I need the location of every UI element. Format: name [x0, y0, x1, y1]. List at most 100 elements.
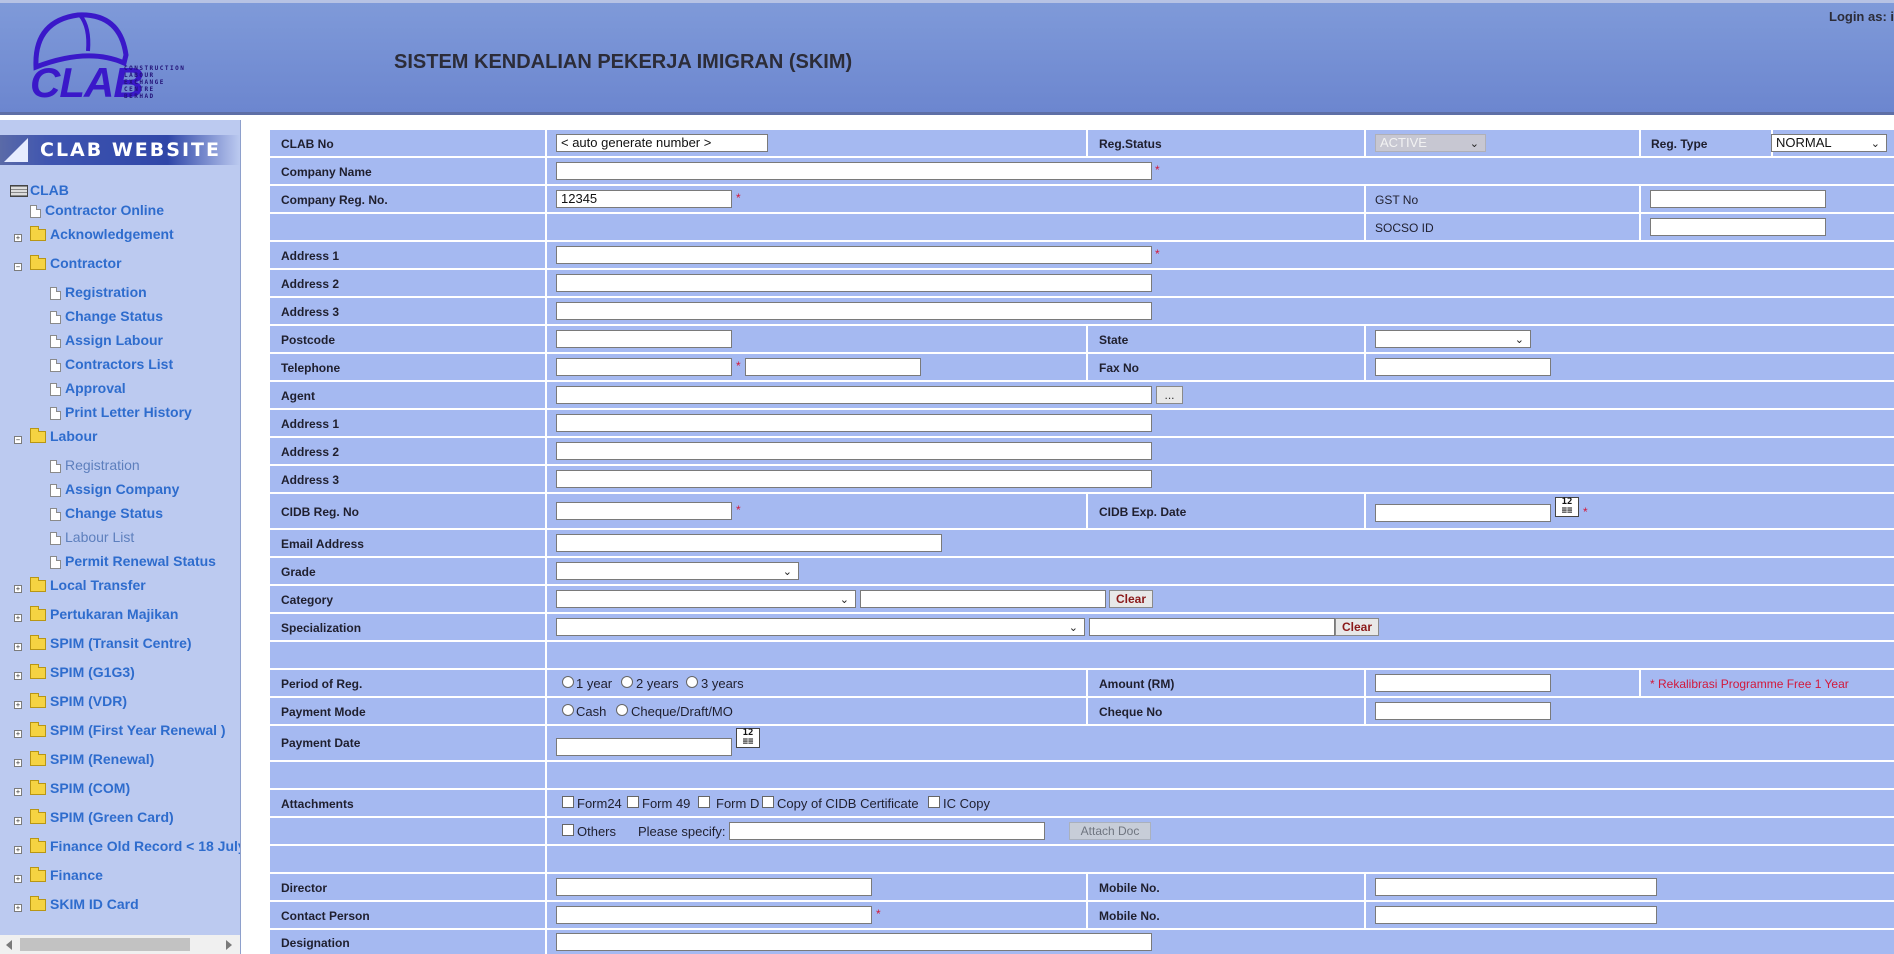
expand-icon[interactable]: +	[14, 904, 22, 912]
socso-id-input[interactable]	[1650, 218, 1826, 236]
expand-icon[interactable]: +	[14, 614, 22, 622]
fax-no-input[interactable]	[1375, 358, 1551, 376]
horizontal-scroll-thumb[interactable]	[20, 938, 190, 951]
scroll-right-icon[interactable]	[226, 940, 232, 950]
specialization-text-input[interactable]	[1089, 618, 1335, 636]
clab-no-field[interactable]: < auto generate number >	[556, 134, 768, 152]
state-select[interactable]: ⌄	[1375, 330, 1531, 348]
telephone-2-input[interactable]	[745, 358, 921, 376]
cheque-no-input[interactable]	[1375, 702, 1551, 720]
sidebar-item-finance-old-record-18-july[interactable]: Finance Old Record < 18 July	[30, 838, 240, 854]
attach-doc-button[interactable]: Attach Doc	[1069, 822, 1151, 840]
period-2-years-radio[interactable]	[621, 676, 633, 688]
clab-logo[interactable]: CLAB CONSTRUCTION LABOUR EXCHANGE CENTRE BER…	[28, 7, 208, 106]
category-clear-button[interactable]: Clear	[1109, 590, 1153, 608]
payment-cheque-radio[interactable]	[616, 704, 628, 716]
please-specify-input[interactable]	[729, 822, 1045, 840]
payment-cash-radio[interactable]	[562, 704, 574, 716]
sidebar-item-assign-company[interactable]: Assign Company	[50, 481, 179, 497]
sidebar-item-registration[interactable]: Registration	[50, 457, 140, 473]
amount-input[interactable]	[1375, 674, 1551, 692]
sidebar-item-local-transfer[interactable]: Local Transfer	[30, 577, 146, 593]
sidebar-item-acknowledgement[interactable]: Acknowledgement	[30, 226, 174, 242]
sidebar-item-spim-com[interactable]: SPIM (COM)	[30, 780, 130, 796]
specialization-select[interactable]: ⌄	[556, 618, 1085, 636]
sidebar-item-permit-renewal-status[interactable]: Permit Renewal Status	[50, 553, 216, 569]
postcode-input[interactable]	[556, 330, 732, 348]
ic-copy-checkbox[interactable]	[928, 796, 940, 808]
expand-icon[interactable]: +	[14, 730, 22, 738]
cidb-reg-no-input[interactable]	[556, 502, 732, 520]
sidebar-item-spim-renewal[interactable]: SPIM (Renewal)	[30, 751, 154, 767]
sidebar-item-spim-g1g3[interactable]: SPIM (G1G3)	[30, 664, 135, 680]
grade-select[interactable]: ⌄	[556, 562, 799, 580]
sidebar-horizontal-scrollbar[interactable]	[0, 935, 240, 954]
expand-icon[interactable]: +	[14, 643, 22, 651]
agent-input[interactable]	[556, 386, 1152, 404]
sidebar-item-spim-transit-centre[interactable]: SPIM (Transit Centre)	[30, 635, 192, 651]
sidebar-item-skim-id-card[interactable]: SKIM ID Card	[30, 896, 139, 912]
company-reg-no-input[interactable]: 12345	[556, 190, 732, 208]
payment-date-input[interactable]	[556, 738, 732, 756]
sidebar-item-finance[interactable]: Finance	[30, 867, 103, 883]
expand-icon[interactable]: +	[14, 846, 22, 854]
sidebar-item-approval[interactable]: Approval	[50, 380, 126, 396]
form24-checkbox[interactable]	[562, 796, 574, 808]
director-input[interactable]	[556, 878, 872, 896]
telephone-input[interactable]	[556, 358, 732, 376]
expand-icon[interactable]: +	[14, 585, 22, 593]
period-3-years-radio[interactable]	[686, 676, 698, 688]
specialization-clear-button[interactable]: Clear	[1335, 618, 1379, 636]
calendar-icon[interactable]: 12 ≡≡	[736, 728, 760, 748]
designation-input[interactable]	[556, 933, 1152, 951]
expand-icon[interactable]: +	[14, 817, 22, 825]
category-text-input[interactable]	[860, 590, 1106, 608]
sidebar-item-registration[interactable]: Registration	[50, 284, 147, 300]
cidb-certificate-checkbox[interactable]	[762, 796, 774, 808]
expand-icon[interactable]: +	[14, 672, 22, 680]
collapse-icon[interactable]: −	[14, 263, 22, 271]
sidebar-item-labour[interactable]: Labour	[30, 428, 97, 444]
sidebar-item-contractors-list[interactable]: Contractors List	[50, 356, 173, 372]
sidebar-item-assign-labour[interactable]: Assign Labour	[50, 332, 163, 348]
calendar-icon[interactable]: 12 ≡≡	[1555, 497, 1579, 517]
expand-icon[interactable]: +	[14, 759, 22, 767]
expand-icon[interactable]: +	[14, 701, 22, 709]
form-d-checkbox[interactable]	[698, 796, 710, 808]
address-2-input[interactable]	[556, 274, 1152, 292]
scroll-left-icon[interactable]	[6, 940, 12, 950]
collapse-icon[interactable]: −	[14, 436, 22, 444]
gst-no-input[interactable]	[1650, 190, 1826, 208]
form49-checkbox[interactable]	[627, 796, 639, 808]
agent-lookup-button[interactable]: ...	[1156, 386, 1183, 404]
address-1-input[interactable]	[556, 246, 1152, 264]
contact-mobile-input[interactable]	[1375, 906, 1657, 924]
agent-address-3-input[interactable]	[556, 470, 1152, 488]
expand-icon[interactable]: +	[14, 875, 22, 883]
sidebar-item-spim-vdr[interactable]: SPIM (VDR)	[30, 693, 127, 709]
sidebar-item-change-status[interactable]: Change Status	[50, 308, 163, 324]
cidb-exp-date-input[interactable]	[1375, 504, 1551, 522]
sidebar-vertical-scrollbar[interactable]	[240, 120, 241, 935]
sidebar-item-pertukaran-majikan[interactable]: Pertukaran Majikan	[30, 606, 178, 622]
expand-icon[interactable]: +	[14, 234, 22, 242]
clab-website-banner[interactable]: CLAB WEBSITE	[0, 135, 240, 165]
sidebar-item-spim-first-year-renewal[interactable]: SPIM (First Year Renewal )	[30, 722, 226, 738]
email-input[interactable]	[556, 534, 942, 552]
agent-address-1-input[interactable]	[556, 414, 1152, 432]
contact-person-input[interactable]	[556, 906, 872, 924]
expand-icon[interactable]: +	[14, 788, 22, 796]
reg-type-select[interactable]: NORMAL ⌄	[1771, 134, 1887, 152]
company-name-input[interactable]	[556, 162, 1152, 180]
period-1-year-radio[interactable]	[562, 676, 574, 688]
sidebar-item-change-status[interactable]: Change Status	[50, 505, 163, 521]
sidebar-item-labour-list[interactable]: Labour List	[50, 529, 134, 545]
tree-root-clab[interactable]: CLAB	[10, 182, 69, 198]
sidebar-item-spim-green-card[interactable]: SPIM (Green Card)	[30, 809, 174, 825]
address-3-input[interactable]	[556, 302, 1152, 320]
director-mobile-input[interactable]	[1375, 878, 1657, 896]
category-select[interactable]: ⌄	[556, 590, 856, 608]
sidebar-item-print-letter-history[interactable]: Print Letter History	[50, 404, 192, 420]
agent-address-2-input[interactable]	[556, 442, 1152, 460]
others-checkbox[interactable]	[562, 824, 574, 836]
